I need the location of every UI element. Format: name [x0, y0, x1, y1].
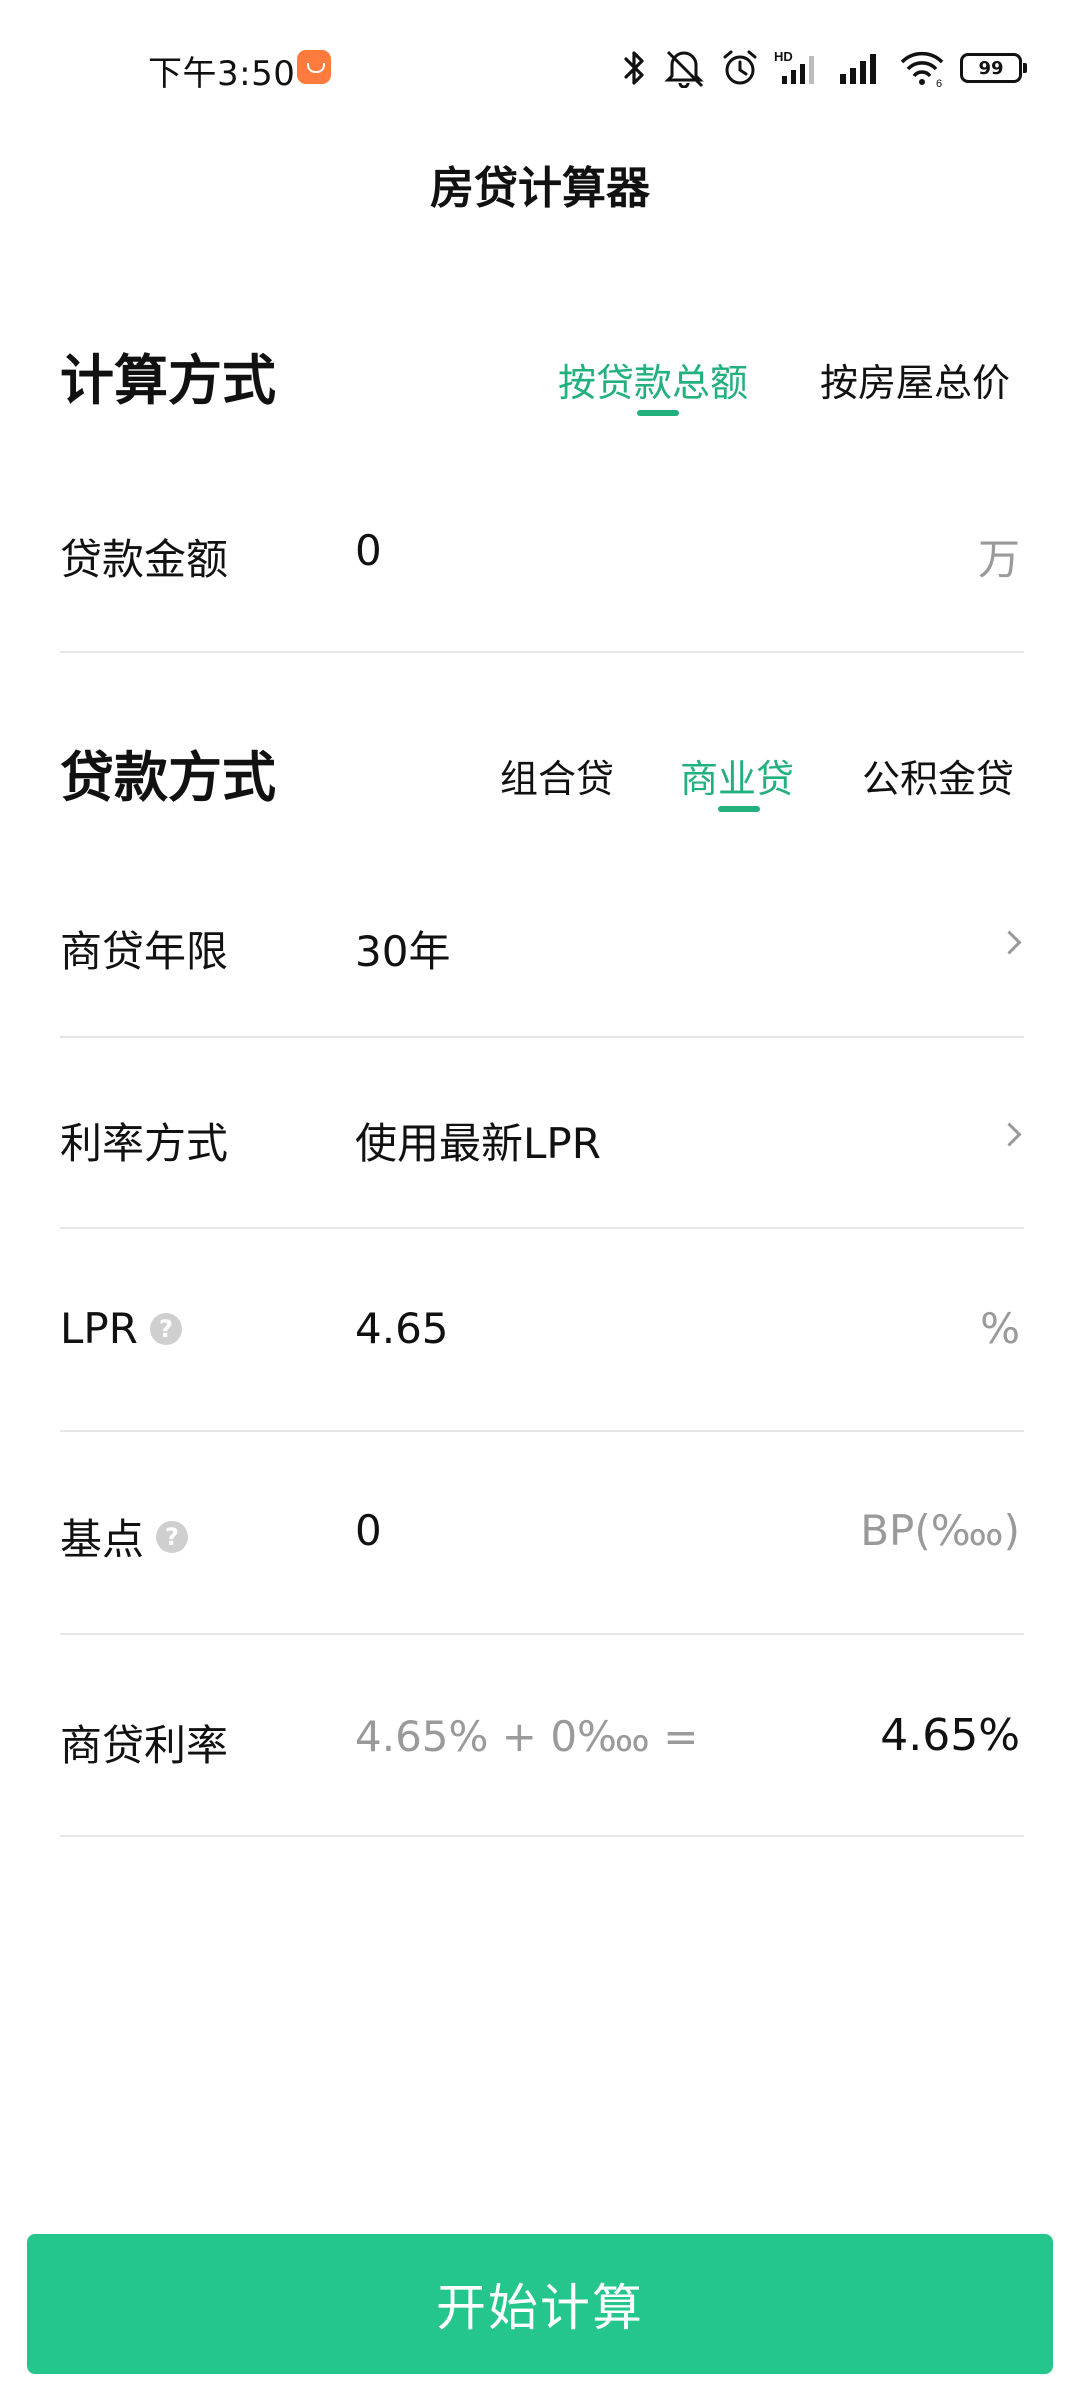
hd-label: HD	[774, 49, 793, 64]
status-bar: 下午3:50 HD 6 99	[0, 0, 1080, 140]
commercial-rate-label: 商贷利率	[60, 1721, 229, 1770]
rate-method-label: 利率方式	[60, 1119, 229, 1168]
tab-by-loan-amount[interactable]: 按贷款总额	[558, 352, 748, 407]
tab-by-house-price[interactable]: 按房屋总价	[820, 352, 1010, 407]
loan-type-title: 贷款方式	[60, 746, 276, 809]
commercial-rate-result: 4.65%	[880, 1710, 1020, 1761]
lpr-label: LPR ?	[60, 1304, 182, 1353]
tab-active-indicator	[637, 410, 679, 416]
wifi-sub-label: 6	[936, 78, 942, 88]
mortgage-calculator-screen: 下午3:50 HD 6 99 房贷计算器 计算方式 按贷款总额 按房屋总价 贷款…	[0, 0, 1080, 2400]
basis-point-label-text: 基点	[60, 1515, 145, 1564]
divider	[60, 1835, 1024, 1837]
basis-point-input[interactable]: 0	[355, 1506, 382, 1555]
divider	[60, 1430, 1024, 1432]
tab-active-indicator	[718, 806, 760, 812]
mute-icon	[662, 48, 706, 88]
signal-icon	[838, 48, 884, 88]
basis-point-label: 基点 ?	[60, 1506, 189, 1567]
notification-app-icon	[297, 50, 331, 84]
loan-amount-label: 贷款金额	[60, 535, 229, 584]
lpr-label-text: LPR	[60, 1304, 138, 1353]
divider	[60, 1633, 1024, 1635]
status-icons: HD 6 99	[622, 46, 1027, 90]
tab-commercial-loan[interactable]: 商业贷	[680, 748, 794, 803]
term-label: 商贷年限	[60, 927, 229, 976]
hd-signal-icon: HD	[774, 48, 824, 88]
wifi-icon: 6	[898, 48, 946, 88]
basis-point-unit: BP(‱)	[860, 1506, 1020, 1555]
battery-icon: 99	[960, 53, 1027, 83]
divider	[60, 1036, 1024, 1038]
bluetooth-icon	[622, 48, 648, 88]
start-calculation-button[interactable]: 开始计算	[27, 2234, 1053, 2374]
divider	[60, 651, 1024, 653]
page-title: 房贷计算器	[430, 163, 650, 214]
rate-method-value[interactable]: 使用最新LPR	[355, 1110, 601, 1171]
term-value[interactable]: 30年	[355, 918, 450, 979]
help-icon[interactable]: ?	[156, 1520, 189, 1553]
chevron-right-icon[interactable]	[997, 930, 1022, 955]
tab-combined-loan[interactable]: 组合贷	[500, 748, 614, 803]
loan-amount-input[interactable]: 0	[355, 526, 382, 575]
tab-provident-fund-loan[interactable]: 公积金贷	[862, 748, 1014, 803]
battery-level: 99	[978, 57, 1004, 79]
calc-method-title: 计算方式	[60, 349, 276, 412]
loan-amount-unit: 万	[977, 535, 1020, 584]
chevron-right-icon[interactable]	[997, 1122, 1022, 1147]
commercial-rate-formula: 4.65% + 0‱ =	[355, 1712, 699, 1761]
divider	[60, 1227, 1024, 1229]
lpr-unit: %	[980, 1304, 1020, 1353]
alarm-icon	[720, 48, 760, 88]
lpr-input[interactable]: 4.65	[355, 1304, 449, 1353]
status-time: 下午3:50	[148, 54, 296, 94]
help-icon[interactable]: ?	[149, 1312, 182, 1345]
